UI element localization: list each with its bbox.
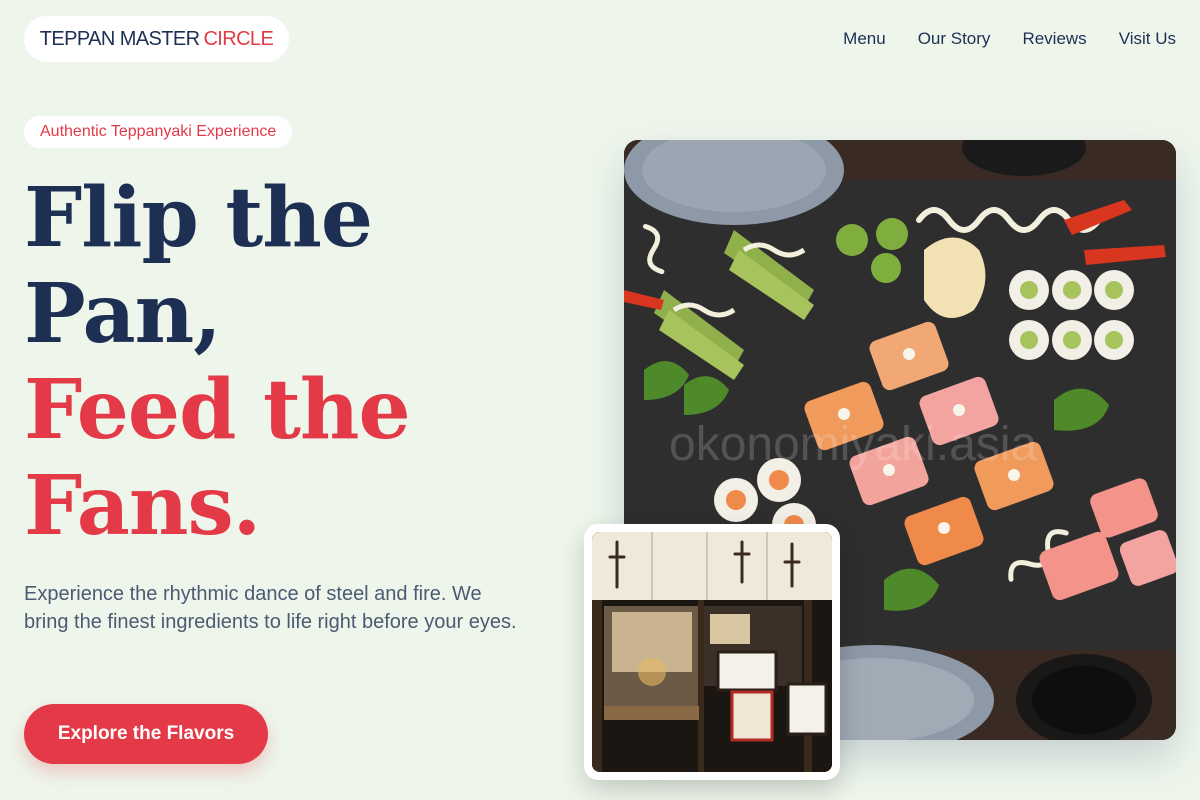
explore-flavors-button[interactable]: Explore the Flavors: [24, 704, 268, 764]
logo-primary-text: TEPPAN MASTER: [39, 27, 200, 50]
headline-line-3: Feed the: [24, 362, 411, 458]
hero-badge: Authentic Teppanyaki Experience: [24, 116, 293, 148]
hero-subtext: Experience the rhythmic dance of steel a…: [24, 583, 517, 633]
photo-watermark: okonomiyaki.asia: [669, 418, 1037, 471]
nav-link-menu[interactable]: Menu: [843, 29, 886, 49]
nav-link-visit-us[interactable]: Visit Us: [1119, 29, 1176, 49]
headline-line-4: Fans.: [24, 458, 261, 554]
hero-headline: Flip the Pan, Feed the Fans.: [24, 170, 411, 554]
nav-link-reviews[interactable]: Reviews: [1022, 29, 1086, 49]
logo-accent-text: CIRCLE: [203, 27, 274, 50]
nav-link-our-story[interactable]: Our Story: [918, 29, 991, 49]
headline-line-2: Pan,: [24, 266, 222, 362]
storefront-photo-card: [584, 524, 840, 780]
main-nav: Menu Our Story Reviews Visit Us: [843, 29, 1176, 49]
logo[interactable]: TEPPAN MASTER CIRCLE: [24, 16, 289, 62]
headline-line-1: Flip the: [24, 170, 373, 266]
restaurant-storefront-photo: [592, 532, 832, 772]
